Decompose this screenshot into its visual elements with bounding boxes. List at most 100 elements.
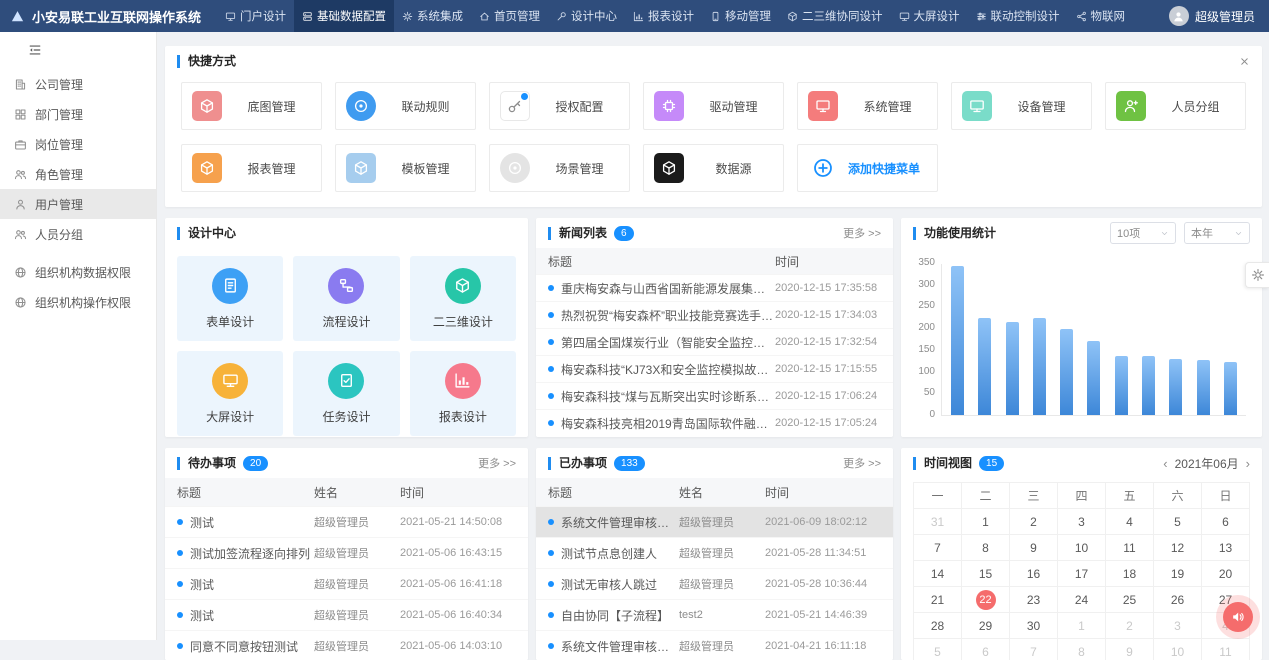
quick-card-authorization-config[interactable]: 授权配置 xyxy=(489,82,630,130)
calendar-day[interactable]: 10 xyxy=(1154,639,1202,660)
calendar-day[interactable]: 6 xyxy=(962,639,1010,660)
news-row[interactable]: 梅安森科技“KJ73X和安全监控模拟故障仿真软件技术平台”2020-12-15 … xyxy=(536,355,893,382)
quick-card-basemap-management[interactable]: 底图管理 xyxy=(181,82,322,130)
nav-item-design-center[interactable]: 设计中心 xyxy=(548,0,625,32)
calendar-day[interactable]: 1 xyxy=(1058,613,1106,639)
todo-row[interactable]: 测试超级管理员2021-05-06 16:40:34 xyxy=(165,599,528,630)
calendar-day[interactable]: 18 xyxy=(1106,561,1154,587)
calendar-day[interactable]: 2 xyxy=(1106,613,1154,639)
done-more-link[interactable]: 更多 >> xyxy=(843,455,881,471)
quick-card-personnel-group[interactable]: 人员分组 xyxy=(1105,82,1246,130)
calendar-day[interactable]: 14 xyxy=(914,561,962,587)
sidebar-item-company-management[interactable]: 公司管理 xyxy=(0,69,156,99)
calendar-day[interactable]: 22 xyxy=(962,587,1010,613)
calendar-day[interactable]: 25 xyxy=(1106,587,1154,613)
calendar-day[interactable]: 8 xyxy=(962,535,1010,561)
calendar-day[interactable]: 31 xyxy=(914,509,962,535)
calendar-day[interactable]: 28 xyxy=(914,613,962,639)
calendar-day[interactable]: 4 xyxy=(1106,509,1154,535)
sidebar-item-user-management[interactable]: 用户管理 xyxy=(0,189,156,219)
quick-card-data-source[interactable]: 数据源 xyxy=(643,144,784,192)
quick-card-scene-management[interactable]: 场景管理 xyxy=(489,144,630,192)
design-tile-form-design[interactable]: 表单设计 xyxy=(177,256,283,341)
design-tile-report-design[interactable]: 报表设计 xyxy=(410,351,516,436)
calendar-day[interactable]: 5 xyxy=(1154,509,1202,535)
calendar-day[interactable]: 21 xyxy=(914,587,962,613)
nav-item-linkage-control-design[interactable]: 联动控制设计 xyxy=(968,0,1068,32)
quick-card-driver-management[interactable]: 驱动管理 xyxy=(643,82,784,130)
count-filter-select[interactable]: 10项 xyxy=(1110,222,1176,244)
calendar-day[interactable]: 20 xyxy=(1202,561,1250,587)
calendar-day[interactable]: 7 xyxy=(914,535,962,561)
chart-bar[interactable] xyxy=(1087,341,1100,415)
sidebar-item-org-operation-permission[interactable]: 组织机构操作权限 xyxy=(0,287,156,317)
quick-card-report-management[interactable]: 报表管理 xyxy=(181,144,322,192)
nav-item-portal-design[interactable]: 门户设计 xyxy=(217,0,294,32)
calendar-day[interactable]: 9 xyxy=(1010,535,1058,561)
calendar-day[interactable]: 7 xyxy=(1010,639,1058,660)
design-tile-task-design[interactable]: 任务设计 xyxy=(293,351,399,436)
calendar-day[interactable]: 17 xyxy=(1058,561,1106,587)
done-row[interactable]: 测试节点息创建人超级管理员2021-05-28 11:34:51 xyxy=(536,537,893,568)
news-row[interactable]: 梅安森科技“煤与瓦斯突出实时诊断系统”迎来发展机遇2020-12-15 17:0… xyxy=(536,382,893,409)
chart-bar[interactable] xyxy=(1169,359,1182,415)
done-row[interactable]: 测试无审核人跳过超级管理员2021-05-28 10:36:44 xyxy=(536,568,893,599)
quick-card-add-quick-menu[interactable]: 添加快捷菜单 xyxy=(797,144,938,192)
done-row[interactable]: 系统文件管理审核用的超级管理员2021-06-09 18:02:12 xyxy=(536,506,893,537)
news-more-link[interactable]: 更多 >> xyxy=(843,225,881,241)
calendar-day[interactable]: 3 xyxy=(1058,509,1106,535)
todo-row[interactable]: 测试加签流程逐向排列超级管理员2021-05-06 16:43:15 xyxy=(165,537,528,568)
sidebar-item-role-management[interactable]: 角色管理 xyxy=(0,159,156,189)
calendar-day[interactable]: 11 xyxy=(1106,535,1154,561)
calendar-day[interactable]: 23 xyxy=(1010,587,1058,613)
news-row[interactable]: 重庆梅安森与山西省国新能源发展集团智能化建设合作2020-12-15 17:35… xyxy=(536,274,893,301)
calendar-day[interactable]: 9 xyxy=(1106,639,1154,660)
nav-item-report-design[interactable]: 报表设计 xyxy=(625,0,702,32)
sidebar-collapse-button[interactable] xyxy=(0,32,156,69)
calendar-day[interactable]: 16 xyxy=(1010,561,1058,587)
settings-side-button[interactable] xyxy=(1245,262,1269,288)
calendar-day[interactable]: 11 xyxy=(1202,639,1250,660)
calendar-day[interactable]: 5 xyxy=(914,639,962,660)
calendar-day[interactable]: 15 xyxy=(962,561,1010,587)
calendar-day[interactable]: 8 xyxy=(1058,639,1106,660)
quick-card-system-management[interactable]: 系统管理 xyxy=(797,82,938,130)
calendar-day[interactable]: 12 xyxy=(1154,535,1202,561)
chart-bar[interactable] xyxy=(1224,362,1237,415)
sidebar-item-org-data-permission[interactable]: 组织机构数据权限 xyxy=(0,257,156,287)
calendar-day[interactable]: 29 xyxy=(962,613,1010,639)
calendar-day[interactable]: 1 xyxy=(962,509,1010,535)
calendar-day[interactable]: 13 xyxy=(1202,535,1250,561)
chart-bar[interactable] xyxy=(1115,356,1128,415)
nav-item-mobile-management[interactable]: 移动管理 xyxy=(702,0,779,32)
nav-item-system-integration[interactable]: 系统集成 xyxy=(394,0,471,32)
close-icon[interactable] xyxy=(1239,56,1250,67)
news-row[interactable]: 热烈祝贺“梅安森杯”职业技能竞赛选手赛前培训成功举办2020-12-15 17:… xyxy=(536,301,893,328)
todo-more-link[interactable]: 更多 >> xyxy=(478,455,516,471)
chart-bar[interactable] xyxy=(978,318,991,415)
calendar-day[interactable]: 24 xyxy=(1058,587,1106,613)
calendar-day[interactable]: 3 xyxy=(1154,613,1202,639)
user-menu[interactable]: 超级管理员 xyxy=(1155,0,1269,32)
nav-item-collab-3d-design[interactable]: 二三维协同设计 xyxy=(779,0,891,32)
nav-item-homepage-management[interactable]: 首页管理 xyxy=(471,0,548,32)
chart-bar[interactable] xyxy=(1033,318,1046,415)
quick-card-linkage-rules[interactable]: 联动规则 xyxy=(335,82,476,130)
chart-bar[interactable] xyxy=(1142,356,1155,415)
sidebar-item-personnel-group[interactable]: 人员分组 xyxy=(0,219,156,249)
calendar-day[interactable]: 2 xyxy=(1010,509,1058,535)
chart-bar[interactable] xyxy=(951,266,964,415)
news-row[interactable]: 梅安森科技亮相2019青岛国际软件融合创新博览会2020-12-15 17:05… xyxy=(536,409,893,436)
chart-bar[interactable] xyxy=(1197,360,1210,415)
calendar-day[interactable]: 19 xyxy=(1154,561,1202,587)
design-tile-bigscreen-design[interactable]: 大屏设计 xyxy=(177,351,283,436)
calendar-day[interactable]: 30 xyxy=(1010,613,1058,639)
nav-item-big-screen-design[interactable]: 大屏设计 xyxy=(891,0,968,32)
todo-row[interactable]: 测试超级管理员2021-05-06 16:41:18 xyxy=(165,568,528,599)
calendar-day[interactable]: 10 xyxy=(1058,535,1106,561)
chart-bar[interactable] xyxy=(1006,322,1019,415)
quick-card-device-management[interactable]: 设备管理 xyxy=(951,82,1092,130)
done-row[interactable]: 系统文件管理审核用的超级管理员2021-04-21 16:11:18 xyxy=(536,630,893,660)
news-row[interactable]: 第四届全国煤炭行业（智能安全监控）职业技能赛2020-12-15 17:32:5… xyxy=(536,328,893,355)
calendar-next-button[interactable]: › xyxy=(1246,457,1250,470)
